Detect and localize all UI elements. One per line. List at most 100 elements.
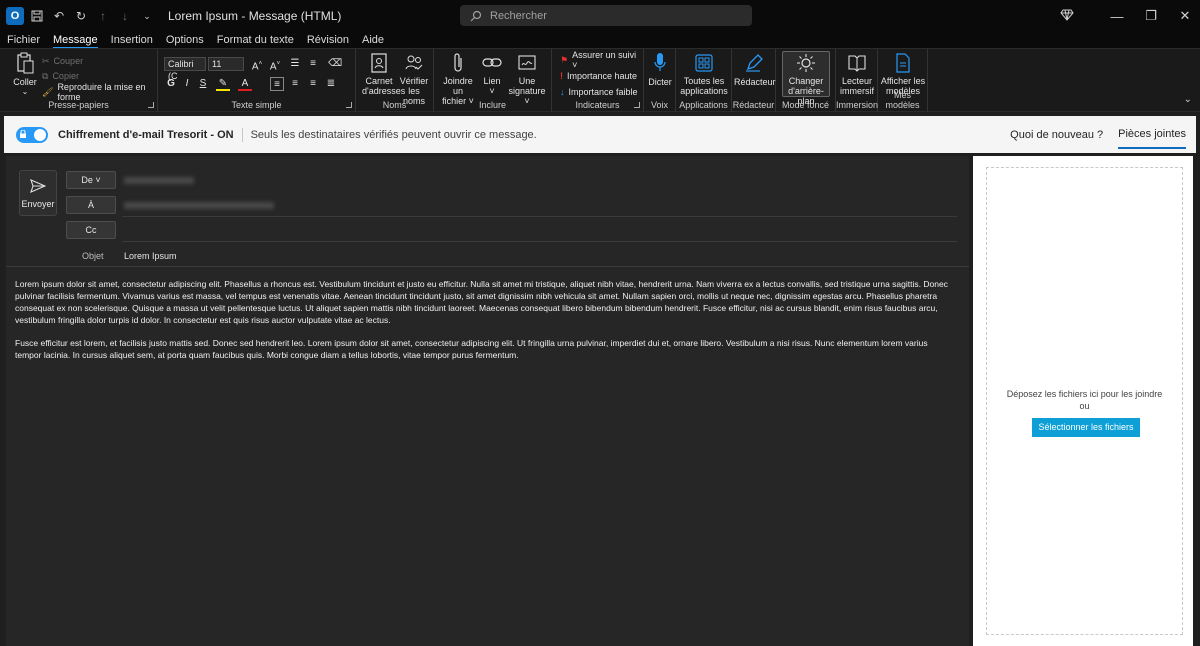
search-box[interactable]: Rechercher: [460, 5, 752, 26]
body-paragraph-1: Lorem ipsum dolor sit amet, consectetur …: [15, 279, 948, 325]
numbering-icon[interactable]: ≡: [306, 57, 320, 71]
attach-file-button[interactable]: Joindre un fichier ˅: [438, 52, 478, 106]
format-painter-button[interactable]: 🖌 Reproduire la mise en forme: [42, 82, 157, 102]
italic-button[interactable]: I: [180, 77, 194, 91]
check-names-button[interactable]: Vérifier les noms: [398, 52, 430, 106]
bullets-icon[interactable]: ☰: [288, 57, 302, 71]
group-label-voice: Voix: [650, 100, 668, 110]
tags-launcher-icon[interactable]: [634, 102, 640, 108]
up-arrow-icon[interactable]: ↑: [94, 7, 112, 25]
tab-revision[interactable]: Révision: [307, 33, 349, 48]
tab-format-du-texte[interactable]: Format du texte: [217, 33, 294, 48]
to-button[interactable]: À: [66, 196, 116, 214]
low-importance-button[interactable]: ↓ Importance faible: [560, 85, 638, 99]
address-book-button[interactable]: Carnet d'adresses: [362, 52, 405, 96]
group-label-include: Inclure: [478, 100, 506, 110]
window-title: Lorem Ipsum - Message (HTML): [168, 9, 342, 23]
paste-button[interactable]: Coller ⌄: [12, 52, 38, 97]
redo-icon[interactable]: ↻: [72, 7, 90, 25]
editor-button[interactable]: Rédacteur: [734, 52, 776, 87]
grow-font-icon[interactable]: A˄: [250, 57, 264, 72]
justify-icon[interactable]: ≣: [324, 77, 338, 91]
immersive-reader-button[interactable]: Lecteur immersif: [838, 52, 876, 96]
search-icon: [470, 10, 482, 21]
send-button[interactable]: Envoyer: [19, 170, 57, 216]
sun-icon: [795, 52, 817, 74]
clipboard-launcher-icon[interactable]: [148, 102, 154, 108]
premium-diamond-icon[interactable]: [1052, 9, 1082, 24]
change-background-button[interactable]: Changer d'arrière-plan: [782, 52, 830, 106]
title-bar: O ↶ ↻ ↑ ↓ ⌄ Lorem Ipsum - Message (HTML)…: [0, 0, 1200, 32]
cc-button[interactable]: Cc: [66, 221, 116, 239]
font-size-select[interactable]: 11: [208, 57, 244, 71]
tab-options[interactable]: Options: [166, 33, 204, 48]
paste-dropdown-icon[interactable]: ⌄: [12, 87, 38, 97]
basic-text-launcher-icon[interactable]: [346, 102, 352, 108]
scissors-icon: ✂: [42, 55, 50, 66]
close-button[interactable]: ✕: [1170, 8, 1200, 24]
minimize-button[interactable]: —: [1102, 9, 1132, 24]
cut-button[interactable]: ✂ Couper: [42, 54, 83, 68]
message-body[interactable]: Lorem ipsum dolor sit amet, consectetur …: [15, 278, 955, 372]
outlook-logo-icon: O: [6, 7, 24, 25]
group-dark-mode: Changer d'arrière-plan Mode foncé: [776, 49, 836, 112]
file-drop-zone[interactable]: Déposez les fichiers ici pour les joindr…: [986, 167, 1183, 635]
align-center-icon[interactable]: ≡: [288, 77, 302, 91]
header-separator: [6, 266, 969, 267]
tab-message[interactable]: Message: [53, 33, 98, 49]
paste-label: Coller: [13, 77, 37, 87]
apps-grid-icon: [693, 52, 715, 74]
ribbon-collapse-chevron-icon[interactable]: ⌄: [1184, 94, 1192, 105]
restore-button[interactable]: ❐: [1136, 8, 1166, 24]
subject-input[interactable]: Lorem Ipsum: [124, 251, 177, 261]
align-right-icon[interactable]: ≡: [306, 77, 320, 91]
tab-fichier[interactable]: Fichier: [7, 33, 40, 48]
bold-button[interactable]: G: [164, 77, 178, 91]
all-apps-label-1: Toutes les: [683, 76, 725, 86]
group-label-editor: Rédacteur: [732, 100, 775, 110]
ribbon-tabs: Fichier Message Insertion Options Format…: [0, 32, 1200, 49]
group-label-immersive: Immersion: [836, 100, 879, 110]
down-arrow-icon[interactable]: ↓: [116, 7, 134, 25]
attachments-panel: Déposez les fichiers ici pour les joindr…: [973, 156, 1193, 646]
signature-button[interactable]: Une signature ˅: [506, 52, 548, 106]
group-names: Carnet d'adresses Vérifier les noms Noms: [356, 49, 434, 112]
from-button[interactable]: De ˅: [66, 171, 116, 189]
to-field-line: [122, 216, 957, 217]
copy-button[interactable]: ⧉ Copier: [42, 69, 79, 83]
attachments-tab[interactable]: Pièces jointes: [1118, 116, 1186, 153]
address-book-label-1: Carnet: [365, 76, 393, 86]
clear-format-icon[interactable]: ⌫: [328, 57, 342, 71]
highlight-icon[interactable]: ✎: [216, 77, 230, 91]
dictate-button[interactable]: Dicter: [646, 52, 674, 87]
high-importance-button[interactable]: ! Importance haute: [560, 69, 637, 83]
align-left-icon[interactable]: ≡: [270, 77, 284, 91]
cc-field-line[interactable]: [122, 241, 957, 242]
tab-insertion[interactable]: Insertion: [111, 33, 153, 48]
format-painter-label: Reproduire la mise en forme: [57, 82, 146, 102]
whats-new-link[interactable]: Quoi de nouveau ?: [1010, 129, 1103, 141]
group-templates: Afficher les modèles Mes modèles: [878, 49, 928, 112]
group-apps: Toutes les applications Applications: [676, 49, 732, 112]
save-icon[interactable]: [28, 7, 46, 25]
info-separator: [241, 127, 243, 142]
signature-label-1: Une: [518, 76, 536, 86]
high-importance-icon: !: [560, 71, 563, 81]
undo-icon[interactable]: ↶: [50, 7, 68, 25]
select-files-button[interactable]: Sélectionner les fichiers: [1032, 418, 1140, 437]
all-apps-button[interactable]: Toutes les applications: [680, 52, 728, 96]
underline-button[interactable]: S: [196, 77, 210, 91]
customize-toolbar-icon[interactable]: ⌄: [138, 7, 156, 25]
copy-label: Copier: [52, 71, 79, 81]
all-apps-label-2: applications: [680, 86, 728, 96]
font-select[interactable]: Calibri (C: [164, 57, 206, 81]
paintbrush-icon: 🖌: [42, 86, 54, 97]
link-button[interactable]: Lien ˅: [480, 52, 504, 96]
shrink-font-icon[interactable]: A˅: [268, 57, 282, 72]
tab-aide[interactable]: Aide: [362, 33, 384, 48]
encryption-toggle[interactable]: [16, 126, 48, 143]
font-color-icon[interactable]: A: [238, 77, 252, 91]
check-names-icon: [403, 52, 425, 74]
follow-up-button[interactable]: ⚑ Assurer un suivi ˅: [560, 50, 643, 70]
attach-file-label-1: Joindre un: [443, 76, 473, 96]
